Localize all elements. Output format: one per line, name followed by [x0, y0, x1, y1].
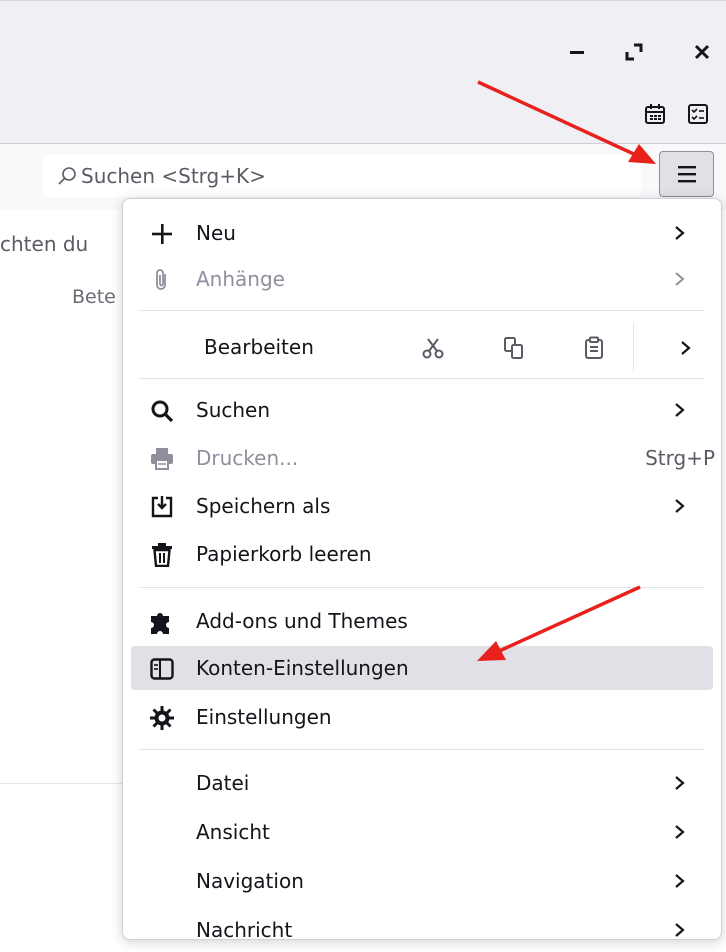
puzzle-icon	[151, 613, 169, 634]
edit-submenu-button[interactable]	[671, 333, 701, 363]
menu-separator	[139, 310, 705, 311]
menu-item-label: Navigation	[196, 869, 304, 893]
menu-item-label: Datei	[196, 771, 250, 795]
chevron-right-icon	[675, 776, 685, 790]
print-shortcut: Strg+P	[645, 446, 715, 470]
cut-button[interactable]	[418, 333, 448, 363]
menu-separator	[139, 749, 705, 750]
chevron-right-icon	[675, 272, 685, 286]
plus-icon	[152, 224, 172, 244]
scissors-icon	[422, 338, 444, 359]
copy-icon	[504, 337, 523, 359]
tasks-button[interactable]	[684, 100, 712, 128]
tasks-icon	[688, 104, 708, 124]
minimize-button[interactable]	[563, 38, 591, 66]
menu-item-save-as[interactable]: Speichern als	[131, 484, 713, 528]
close-button[interactable]	[688, 38, 716, 66]
edit-row-divider	[633, 323, 634, 371]
search-input[interactable]: Suchen <Strg+K>	[43, 155, 641, 197]
copy-button[interactable]	[499, 333, 529, 363]
background-divider	[0, 783, 122, 784]
menu-item-label: Nachricht	[196, 918, 293, 942]
hamburger-icon	[677, 166, 696, 183]
app-menu-button[interactable]	[659, 151, 714, 197]
menu-item-label: Add-ons und Themes	[196, 609, 408, 633]
menu-item-label: Suchen	[196, 398, 271, 422]
search-icon	[151, 400, 174, 423]
trash-icon	[152, 543, 172, 567]
menu-item-addons[interactable]: Add-ons und Themes	[131, 599, 713, 643]
menu-item-label: Konten-Einstellungen	[196, 656, 409, 680]
printer-icon	[151, 448, 173, 470]
calendar-button[interactable]	[641, 100, 669, 128]
search-icon	[58, 167, 76, 185]
menu-item-new[interactable]: Neu	[131, 211, 713, 255]
menu-item-label: Papierkorb leeren	[196, 542, 372, 566]
calendar-icon	[645, 104, 665, 124]
clipboard-icon	[585, 336, 603, 359]
menu-item-account-settings[interactable]: Konten-Einstellungen	[131, 646, 713, 690]
title-bar-border	[0, 0, 726, 1]
menu-item-empty-trash[interactable]: Papierkorb leeren	[131, 532, 713, 576]
menu-item-find[interactable]: Suchen	[131, 388, 713, 432]
menu-item-label: Neu	[196, 221, 236, 245]
menu-item-message[interactable]: Nachricht	[131, 908, 713, 952]
paperclip-icon	[156, 269, 166, 290]
menu-item-label: Speichern als	[196, 494, 331, 518]
chevron-right-icon	[675, 499, 685, 513]
close-icon	[694, 44, 710, 60]
menu-item-navigation[interactable]: Navigation	[131, 859, 713, 903]
chevron-right-icon	[675, 226, 685, 240]
search-placeholder: Suchen <Strg+K>	[81, 164, 266, 188]
chevron-right-icon	[675, 403, 685, 417]
paste-button[interactable]	[579, 333, 609, 363]
menu-separator	[139, 378, 705, 379]
menu-item-attachments[interactable]: Anhänge	[131, 257, 713, 301]
toolbar	[0, 93, 726, 144]
account-settings-icon	[150, 658, 174, 680]
chevron-right-icon	[681, 341, 691, 355]
menu-item-file[interactable]: Datei	[131, 761, 713, 805]
minimize-icon	[570, 51, 584, 54]
app-menu-panel: Neu Anhänge Bearbeiten Suchen Drucken...…	[122, 198, 722, 942]
save-icon	[151, 496, 173, 518]
menu-item-label: Drucken...	[196, 446, 299, 470]
menu-item-view[interactable]: Ansicht	[131, 810, 713, 854]
chevron-right-icon	[675, 825, 685, 839]
menu-item-label: Einstellungen	[196, 705, 332, 729]
menu-item-print[interactable]: Drucken... Strg+P	[131, 436, 715, 480]
chevron-right-icon	[675, 874, 685, 888]
menu-item-label: Ansicht	[196, 820, 270, 844]
chevron-right-icon	[675, 923, 685, 937]
gear-icon	[150, 706, 174, 730]
menu-edit-row: Bearbeiten	[131, 315, 713, 379]
title-bar	[0, 0, 726, 93]
menu-item-settings[interactable]: Einstellungen	[131, 695, 713, 739]
maximize-icon	[625, 43, 643, 61]
menu-separator	[139, 587, 705, 588]
menu-item-label: Anhänge	[196, 267, 285, 291]
background-message-text: chten du	[0, 232, 89, 256]
background-column-text: Bete	[72, 286, 116, 308]
edit-label: Bearbeiten	[204, 335, 314, 359]
maximize-button[interactable]	[620, 38, 648, 66]
